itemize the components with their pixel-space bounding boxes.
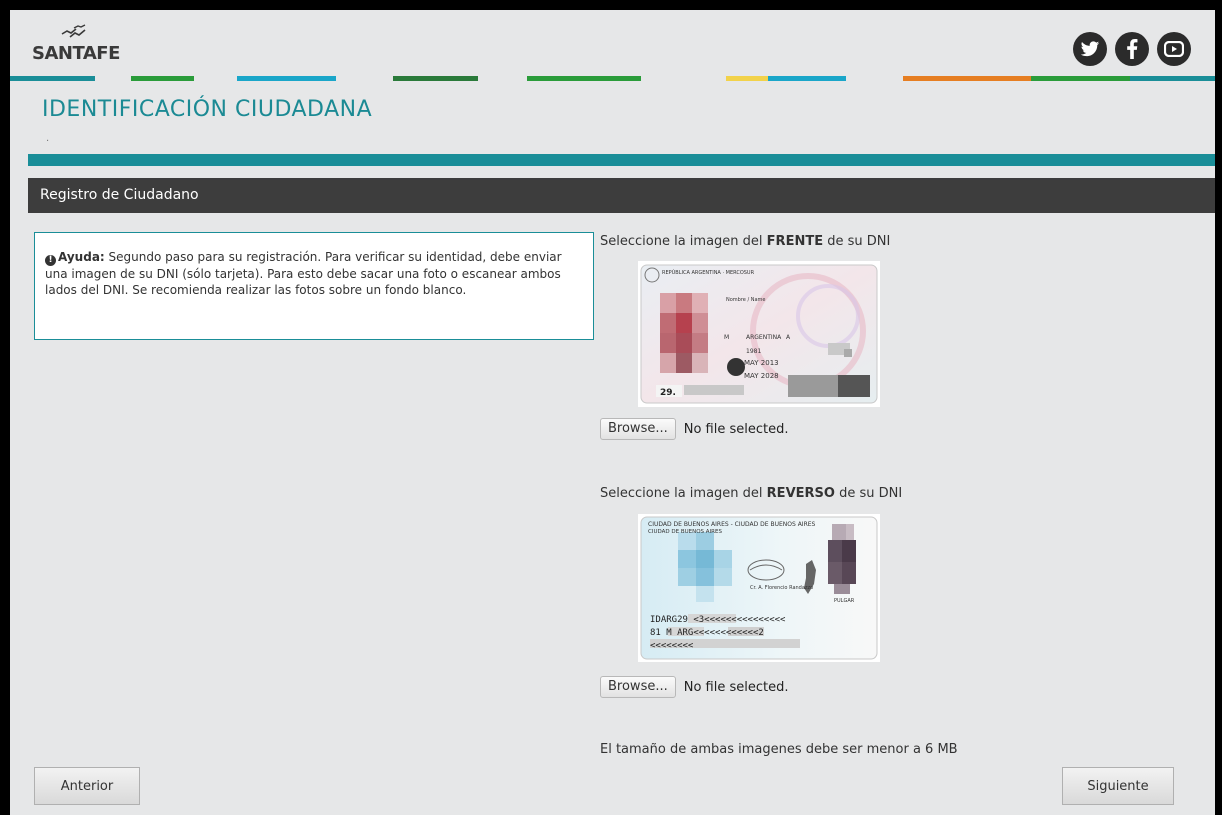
section-title: Registro de Ciudadano xyxy=(28,178,1215,213)
svg-text:29.: 29. xyxy=(660,388,676,398)
help-label: Ayuda: xyxy=(58,250,105,264)
front-dni-image: REPÚBLICA ARGENTINA · MERCOSUR Nombre / … xyxy=(638,261,880,407)
svg-text:81 M ARG<<<<<<<: 81 M ARG<<<<<<<<<<<<2 xyxy=(650,628,764,638)
back-file-status: No file selected. xyxy=(683,679,789,695)
front-file-status: No file selected. xyxy=(683,421,789,437)
title-area: IDENTIFICACIÓN CIUDADANA . xyxy=(10,81,1215,156)
help-box: ! Ayuda: Segundo paso para su registració… xyxy=(34,232,594,340)
svg-text:REPÚBLICA ARGENTINA · MERCOSUR: REPÚBLICA ARGENTINA · MERCOSUR xyxy=(662,269,755,276)
social-links xyxy=(1073,32,1191,66)
page-title: IDENTIFICACIÓN CIUDADANA xyxy=(42,97,373,122)
front-browse-button[interactable]: Browse... xyxy=(600,418,676,440)
subtitle-dot: . xyxy=(46,133,50,144)
front-file-input[interactable]: Browse... No file selected. xyxy=(600,418,788,440)
twitter-icon[interactable] xyxy=(1073,32,1107,66)
svg-text:CIUDAD DE BUENOS AIRES: CIUDAD DE BUENOS AIRES xyxy=(648,529,722,535)
svg-text:IDARG29 <3<<<<<<<<<: IDARG29 <3<<<<<<<<<<<<<<< xyxy=(650,615,786,625)
svg-text:<<<<<<<<: <<<<<<<< xyxy=(650,641,694,651)
svg-text:ARGENTINA: ARGENTINA xyxy=(746,334,782,341)
size-note: El tamaño de ambas imagenes debe ser men… xyxy=(600,742,958,757)
svg-text:MAY 2013: MAY 2013 xyxy=(744,359,779,367)
previous-button[interactable]: Anterior xyxy=(34,767,140,805)
svg-text:1981: 1981 xyxy=(746,348,761,355)
svg-text:PULGAR: PULGAR xyxy=(834,598,855,604)
site-header: SANTAFE xyxy=(10,10,1215,81)
back-browse-button[interactable]: Browse... xyxy=(600,676,676,698)
logo-text: SANTAFE xyxy=(32,43,120,64)
help-text: Segundo paso para su registración. Para … xyxy=(45,250,562,297)
youtube-icon[interactable] xyxy=(1157,32,1191,66)
birds-icon xyxy=(61,24,86,38)
svg-text:MAY 2028: MAY 2028 xyxy=(744,372,779,380)
back-label: Seleccione la imagen del REVERSO de su D… xyxy=(600,486,903,501)
svg-text:Nombre / Name: Nombre / Name xyxy=(726,297,765,303)
front-label: Seleccione la imagen del FRENTE de su DN… xyxy=(600,234,891,249)
next-button[interactable]: Siguiente xyxy=(1062,767,1174,805)
santafe-logo[interactable]: SANTAFE xyxy=(32,24,120,64)
svg-text:CIUDAD DE BUENOS AIRES - CIUDA: CIUDAD DE BUENOS AIRES - CIUDAD DE BUENO… xyxy=(648,521,816,528)
browser-viewport: SANTAFE IDENTIFICACIÓN CIUDADANA . Regis… xyxy=(10,10,1215,815)
teal-divider xyxy=(28,154,1215,166)
back-dni-image: CIUDAD DE BUENOS AIRES - CIUDAD DE BUENO… xyxy=(638,514,880,662)
svg-text:Cr. A. Florencio Randazzo: Cr. A. Florencio Randazzo xyxy=(750,585,813,591)
svg-text:M: M xyxy=(724,334,729,341)
back-file-input[interactable]: Browse... No file selected. xyxy=(600,676,788,698)
facebook-icon[interactable] xyxy=(1115,32,1149,66)
info-icon: ! xyxy=(45,255,56,266)
